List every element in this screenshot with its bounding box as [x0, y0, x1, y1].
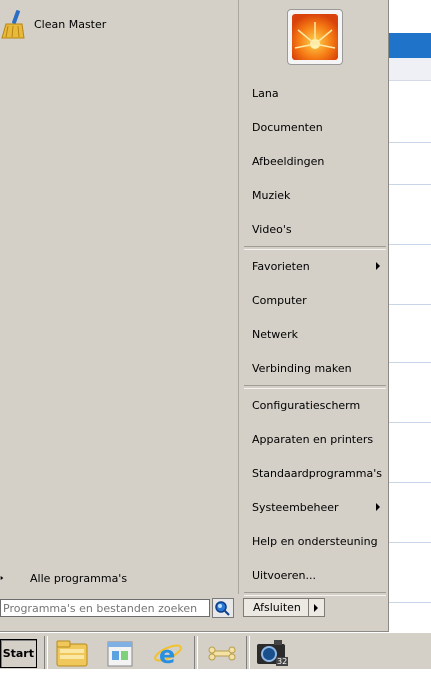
background-divider [389, 602, 431, 603]
menu-item-network[interactable]: Netwerk [252, 324, 384, 344]
menu-item-devices-printers[interactable]: Apparaten en printers [252, 429, 384, 449]
program-label: Clean Master [34, 17, 107, 31]
printer-window-icon [107, 641, 133, 667]
camera-badge: 32 [276, 657, 289, 666]
menu-item-label: Apparaten en printers [252, 432, 374, 446]
start-menu: Clean Master Alle programma's Programma'… [0, 0, 389, 632]
menu-item-label: Verbinding maken [252, 361, 352, 375]
menu-item-label: Standaardprogramma's [252, 466, 382, 480]
background-window [389, 0, 431, 632]
menu-item-label: Systeembeheer [252, 500, 339, 514]
menu-item-run[interactable]: Uitvoeren... [252, 565, 384, 585]
triangle-right-icon [0, 576, 4, 580]
menu-item-user[interactable]: Lana [252, 83, 384, 103]
menu-separator [244, 592, 386, 596]
taskbar-divider [246, 636, 250, 669]
menu-item-label: Documenten [252, 120, 323, 134]
triangle-right-icon [314, 604, 318, 612]
taskbar-item-explorer[interactable] [52, 636, 92, 670]
menu-item-label: Uitvoeren... [252, 568, 316, 582]
background-window-titlebar [389, 33, 431, 58]
start-button[interactable]: Start [0, 639, 37, 668]
svg-text:e: e [159, 641, 175, 669]
submenu-arrow-icon [376, 503, 380, 511]
submenu-arrow-icon [376, 262, 380, 270]
background-divider [389, 184, 431, 185]
menu-item-default-programs[interactable]: Standaardprogramma's [252, 463, 384, 483]
shutdown-button[interactable]: Afsluiten [243, 598, 309, 617]
menu-item-label: Help en ondersteuning [252, 534, 378, 548]
background-window-toolbar [389, 58, 431, 81]
background-divider [389, 304, 431, 305]
menu-item-label: Afbeeldingen [252, 154, 325, 168]
search-icon [215, 601, 230, 616]
menu-item-documents[interactable]: Documenten [252, 117, 384, 137]
menu-item-help-support[interactable]: Help en ondersteuning [252, 531, 384, 551]
menu-item-favorites[interactable]: Favorieten [252, 256, 384, 276]
shutdown-label: Afsluiten [253, 601, 301, 614]
start-menu-programs-pane: Clean Master Alle programma's [0, 0, 239, 594]
taskbar-item-internet-explorer[interactable]: e [148, 636, 188, 670]
menu-item-label: Netwerk [252, 327, 298, 341]
menu-item-pictures[interactable]: Afbeeldingen [252, 151, 384, 171]
taskbar-item-printer-window[interactable] [100, 636, 140, 670]
user-avatar[interactable] [287, 9, 343, 65]
flower-icon [292, 14, 338, 60]
background-divider [389, 422, 431, 423]
menu-item-computer[interactable]: Computer [252, 290, 384, 310]
menu-item-label: Video's [252, 222, 292, 236]
menu-item-admin-tools[interactable]: Systeembeheer [252, 497, 384, 517]
menu-item-label: Lana [252, 86, 279, 100]
shutdown-options-button[interactable] [309, 598, 325, 617]
search-input[interactable] [0, 599, 210, 617]
menu-item-music[interactable]: Muziek [252, 185, 384, 205]
menu-item-label: Computer [252, 293, 307, 307]
menu-item-label: Muziek [252, 188, 291, 202]
broom-icon [1, 10, 25, 39]
menu-item-connect-to[interactable]: Verbinding maken [252, 358, 384, 378]
all-programs-label: Alle programma's [30, 571, 128, 585]
folder-icon [56, 640, 88, 667]
background-divider [389, 542, 431, 543]
search-row [0, 597, 238, 621]
taskbar-divider [194, 636, 198, 669]
taskbar: Start e 32 [0, 632, 431, 669]
background-divider [389, 362, 431, 363]
menu-item-label: Configuratiescherm [252, 398, 361, 412]
background-divider [389, 142, 431, 143]
taskbar-item-bone-app[interactable] [202, 636, 242, 670]
taskbar-divider [44, 636, 48, 669]
menu-separator [244, 246, 386, 250]
program-item-clean-master[interactable]: Clean Master [0, 8, 106, 40]
bone-icon [208, 646, 236, 661]
start-label: Start [2, 647, 34, 660]
taskbar-item-camera-app[interactable]: 32 [252, 636, 292, 670]
background-divider [389, 482, 431, 483]
search-button[interactable] [212, 598, 234, 618]
menu-item-videos[interactable]: Video's [252, 219, 384, 239]
menu-separator [244, 385, 386, 389]
internet-explorer-icon: e [154, 641, 182, 669]
menu-item-control-panel[interactable]: Configuratiescherm [252, 395, 384, 415]
start-menu-places-pane: Lana Documenten Afbeeldingen Muziek Vide… [239, 0, 388, 632]
all-programs-button[interactable]: Alle programma's [0, 568, 236, 588]
menu-item-label: Favorieten [252, 259, 310, 273]
background-divider [389, 244, 431, 245]
